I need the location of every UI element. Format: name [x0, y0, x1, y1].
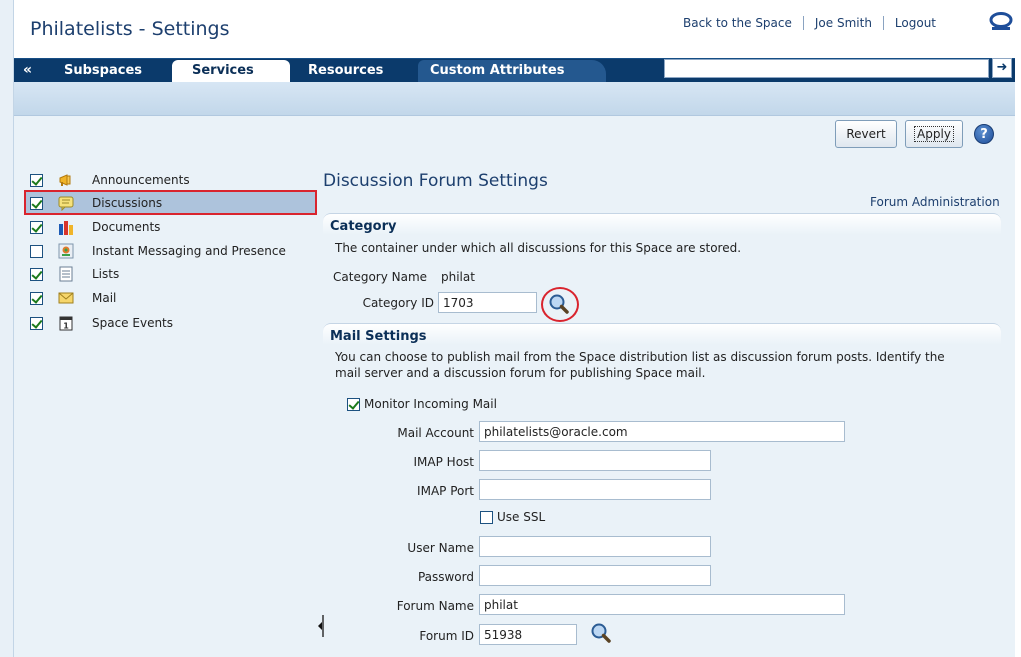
user-name-label: User Name — [407, 541, 474, 555]
category-name-label: Category Name — [333, 270, 428, 284]
oracle-logo-icon — [989, 12, 1013, 30]
service-label: Discussions — [92, 196, 163, 210]
imap-host-label: IMAP Host — [413, 455, 474, 469]
apply-button[interactable]: Apply — [905, 120, 963, 148]
monitor-incoming-mail-checkbox[interactable] — [347, 397, 360, 411]
forum-id-label: Forum ID — [419, 629, 474, 643]
speech-bubble-icon — [58, 195, 74, 211]
service-label: Mail — [92, 291, 117, 305]
calendar-icon: 1 — [58, 315, 74, 331]
service-checkbox[interactable] — [30, 220, 43, 234]
panel-title: Discussion Forum Settings — [323, 171, 548, 191]
service-label: Lists — [92, 267, 120, 281]
service-item-space-events[interactable]: 1 Space Events — [30, 312, 316, 334]
megaphone-icon — [58, 172, 74, 188]
forum-name-field[interactable] — [479, 594, 845, 615]
service-label: Instant Messaging and Presence — [92, 244, 286, 258]
service-label: Announcements — [92, 173, 190, 187]
svg-text:1: 1 — [63, 322, 69, 331]
monitor-incoming-mail-label: Monitor Incoming Mail — [364, 397, 497, 411]
category-id-label: Category ID — [362, 296, 434, 310]
service-label: Documents — [92, 220, 161, 234]
imap-host-field[interactable] — [479, 450, 711, 471]
service-item-lists[interactable]: Lists — [30, 263, 316, 285]
tab-resources[interactable]: Resources — [296, 60, 395, 82]
mail-section-title: Mail Settings — [330, 329, 427, 344]
service-label: Space Events — [92, 316, 174, 330]
presence-icon — [58, 243, 74, 259]
search-icon[interactable] — [590, 622, 612, 647]
sub-header-strip — [14, 82, 1015, 116]
service-checkbox[interactable] — [30, 267, 43, 281]
imap-port-label: IMAP Port — [417, 484, 474, 498]
link-divider — [802, 16, 804, 30]
category-description: The container under which all discussion… — [335, 241, 742, 255]
help-icon[interactable]: ? — [974, 124, 994, 144]
service-item-instant-messaging[interactable]: Instant Messaging and Presence — [30, 240, 316, 262]
envelope-icon — [58, 290, 74, 306]
category-name-value: philat — [441, 270, 475, 284]
documents-icon — [58, 219, 74, 235]
page-title: Philatelists - Settings — [30, 18, 230, 40]
collapse-button[interactable]: « — [23, 60, 39, 80]
mail-account-field[interactable] — [479, 421, 845, 442]
service-item-documents[interactable]: Documents — [30, 216, 316, 238]
panel-splitter-handle[interactable] — [318, 615, 324, 637]
tab-subspaces[interactable]: Subspaces — [52, 60, 154, 82]
password-label: Password — [417, 570, 474, 584]
apply-button-label: Apply — [914, 126, 954, 142]
tab-custom-attributes[interactable]: Custom Attributes — [418, 60, 606, 82]
forum-id-field[interactable] — [479, 624, 577, 645]
category-id-field[interactable] — [438, 292, 537, 313]
forum-name-label: Forum Name — [396, 599, 474, 613]
left-frame-border — [0, 0, 14, 657]
list-icon — [58, 266, 74, 282]
logout-link[interactable]: Logout — [895, 16, 936, 30]
search-input[interactable] — [664, 59, 989, 78]
password-field[interactable] — [479, 565, 711, 586]
imap-port-field[interactable] — [479, 479, 711, 500]
service-checkbox[interactable] — [30, 173, 43, 187]
use-ssl-option[interactable]: Use SSL — [480, 510, 545, 524]
back-to-space-link[interactable]: Back to the Space — [683, 16, 792, 30]
service-item-mail[interactable]: Mail — [30, 287, 316, 309]
global-links: Back to the Space Joe Smith Logout — [683, 16, 936, 30]
link-divider — [882, 16, 884, 30]
use-ssl-label: Use SSL — [497, 510, 546, 524]
monitor-incoming-mail-option[interactable]: Monitor Incoming Mail — [347, 397, 497, 411]
search-icon[interactable] — [548, 293, 570, 318]
mail-description-line2: mail server and a discussion forum for p… — [335, 366, 706, 380]
mail-description-line1: You can choose to publish mail from the … — [335, 350, 945, 364]
mail-account-label: Mail Account — [397, 426, 474, 440]
category-section-title: Category — [330, 219, 397, 234]
service-checkbox[interactable] — [30, 196, 43, 210]
service-checkbox[interactable] — [30, 291, 43, 305]
user-name-field[interactable] — [479, 536, 711, 557]
go-arrow-icon[interactable]: ➜ — [992, 58, 1012, 78]
service-checkbox[interactable] — [30, 316, 43, 330]
service-checkbox[interactable] — [30, 244, 43, 258]
category-section-header — [323, 213, 1001, 235]
tab-services[interactable]: Services — [172, 60, 290, 82]
revert-button[interactable]: Revert — [835, 120, 897, 148]
use-ssl-checkbox[interactable] — [480, 510, 493, 524]
service-item-announcements[interactable]: Announcements — [30, 169, 316, 191]
service-item-discussions[interactable]: Discussions — [30, 192, 316, 214]
forum-administration-link[interactable]: Forum Administration — [870, 195, 1000, 209]
user-name-link[interactable]: Joe Smith — [815, 16, 872, 30]
